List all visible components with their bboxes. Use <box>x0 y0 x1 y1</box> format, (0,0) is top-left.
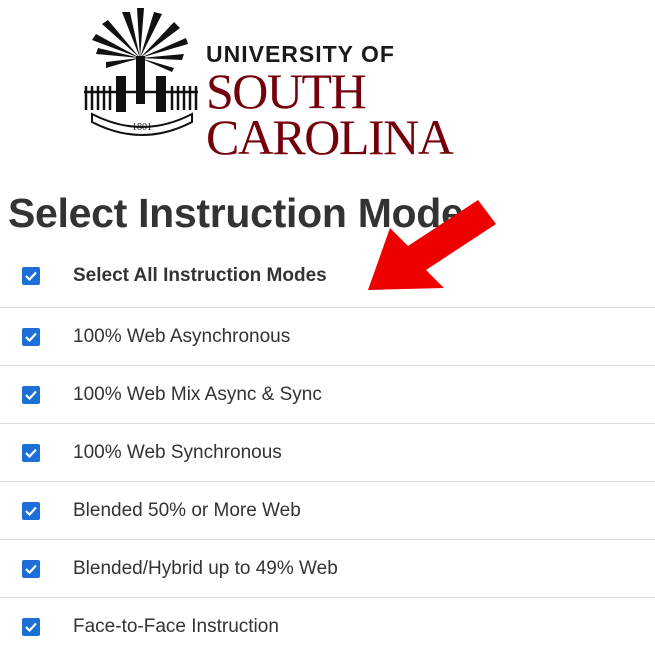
mode-label: 100% Web Asynchronous <box>73 325 291 347</box>
mode-row[interactable]: Blended 50% or More Web <box>0 482 655 540</box>
mode-checkbox[interactable] <box>22 501 40 520</box>
mode-row[interactable]: 100% Web Synchronous <box>0 424 655 482</box>
mode-label: 100% Web Mix Async & Sync <box>73 383 322 405</box>
mode-row[interactable]: Face-to-Face Instruction <box>0 598 655 652</box>
mode-checkbox[interactable] <box>22 618 40 636</box>
mode-label: Blended 50% or More Web <box>73 499 301 521</box>
check-icon <box>25 506 37 516</box>
mode-checkbox[interactable] <box>22 443 40 462</box>
mode-label: Face-to-Face Instruction <box>73 616 279 637</box>
check-icon <box>25 390 37 400</box>
mode-checkbox[interactable] <box>22 559 40 578</box>
palmetto-tree-icon: 1801 <box>84 8 198 136</box>
page: 1801 UNIVERSITY OF SOUTH CAROLINA Select… <box>0 0 655 652</box>
mode-row[interactable]: Blended/Hybrid up to 49% Web <box>0 540 655 598</box>
check-icon <box>25 564 37 574</box>
wordmark: UNIVERSITY OF SOUTH CAROLINA <box>206 40 602 165</box>
mode-label: Blended/Hybrid up to 49% Web <box>73 557 338 579</box>
select-all-row[interactable]: Select All Instruction Modes <box>0 250 655 308</box>
select-all-checkbox[interactable] <box>22 266 40 285</box>
mode-row[interactable]: 100% Web Asynchronous <box>0 308 655 366</box>
mode-row[interactable]: 100% Web Mix Async & Sync <box>0 366 655 424</box>
check-icon <box>25 332 37 342</box>
check-icon <box>25 448 37 458</box>
check-icon <box>25 271 37 281</box>
instruction-mode-list: Select All Instruction Modes 100% Web As… <box>0 250 655 652</box>
university-logo: 1801 UNIVERSITY OF SOUTH CAROLINA <box>82 6 602 162</box>
seal-year: 1801 <box>132 122 152 133</box>
check-icon <box>25 622 37 633</box>
wordmark-line2: SOUTH CAROLINA <box>206 63 454 165</box>
mode-checkbox[interactable] <box>22 385 40 404</box>
mode-label: 100% Web Synchronous <box>73 441 282 463</box>
mode-checkbox[interactable] <box>22 327 40 346</box>
select-all-label: Select All Instruction Modes <box>73 264 327 286</box>
